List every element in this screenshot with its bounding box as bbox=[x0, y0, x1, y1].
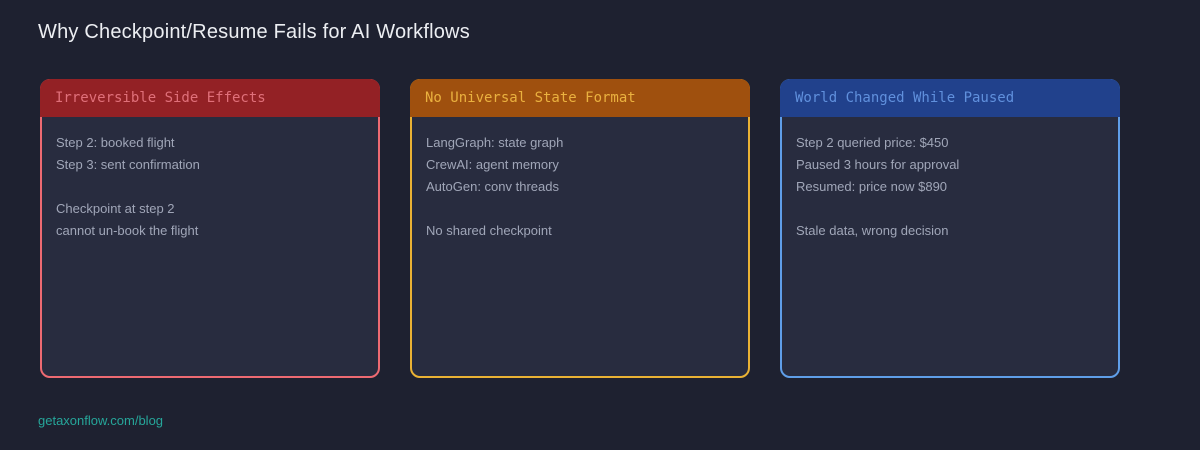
card-body-line: Resumed: price now $890 bbox=[796, 179, 948, 194]
card-no-universal-state-format: No Universal State Format LangGraph: sta… bbox=[410, 79, 750, 378]
card-header: No Universal State Format bbox=[410, 79, 750, 117]
card-body-line: Checkpoint at step 2 bbox=[56, 201, 175, 216]
card-title: Irreversible Side Effects bbox=[55, 90, 266, 106]
card-body: Step 2: booked flight Step 3: sent confir… bbox=[42, 117, 378, 242]
card-header: World Changed While Paused bbox=[780, 79, 1120, 117]
card-body-spacer bbox=[426, 198, 734, 220]
card-title: World Changed While Paused bbox=[795, 90, 1015, 106]
card-body: LangGraph: state graph CrewAI: agent memo… bbox=[412, 117, 748, 242]
page-title: Why Checkpoint/Resume Fails for AI Workf… bbox=[38, 21, 470, 43]
card-body-spacer bbox=[56, 176, 364, 198]
card-world-changed-while-paused: World Changed While Paused Step 2 querie… bbox=[780, 79, 1120, 378]
card-body-line: AutoGen: conv threads bbox=[426, 179, 559, 194]
footer-blog-link[interactable]: getaxonflow.com/blog bbox=[38, 413, 163, 429]
card-body: Step 2 queried price: $450 Paused 3 hours… bbox=[782, 117, 1118, 242]
card-body-line: Paused 3 hours for approval bbox=[796, 157, 960, 172]
card-body-line: CrewAI: agent memory bbox=[426, 157, 559, 172]
card-body-line: cannot un-book the flight bbox=[56, 223, 199, 238]
card-irreversible-side-effects: Irreversible Side Effects Step 2: booked… bbox=[40, 79, 380, 378]
card-body-line: Step 2: booked flight bbox=[56, 135, 175, 150]
card-body-line: No shared checkpoint bbox=[426, 223, 552, 238]
card-title: No Universal State Format bbox=[425, 90, 636, 106]
card-body-line: Step 3: sent confirmation bbox=[56, 157, 200, 172]
slide-canvas: { "page": { "title": "Why Checkpoint/Res… bbox=[0, 0, 1200, 450]
card-body-line: Stale data, wrong decision bbox=[796, 223, 949, 238]
card-body-line: Step 2 queried price: $450 bbox=[796, 135, 949, 150]
card-header: Irreversible Side Effects bbox=[40, 79, 380, 117]
cards-row: Irreversible Side Effects Step 2: booked… bbox=[40, 79, 1120, 378]
card-body-line: LangGraph: state graph bbox=[426, 135, 564, 150]
card-body-spacer bbox=[796, 198, 1104, 220]
